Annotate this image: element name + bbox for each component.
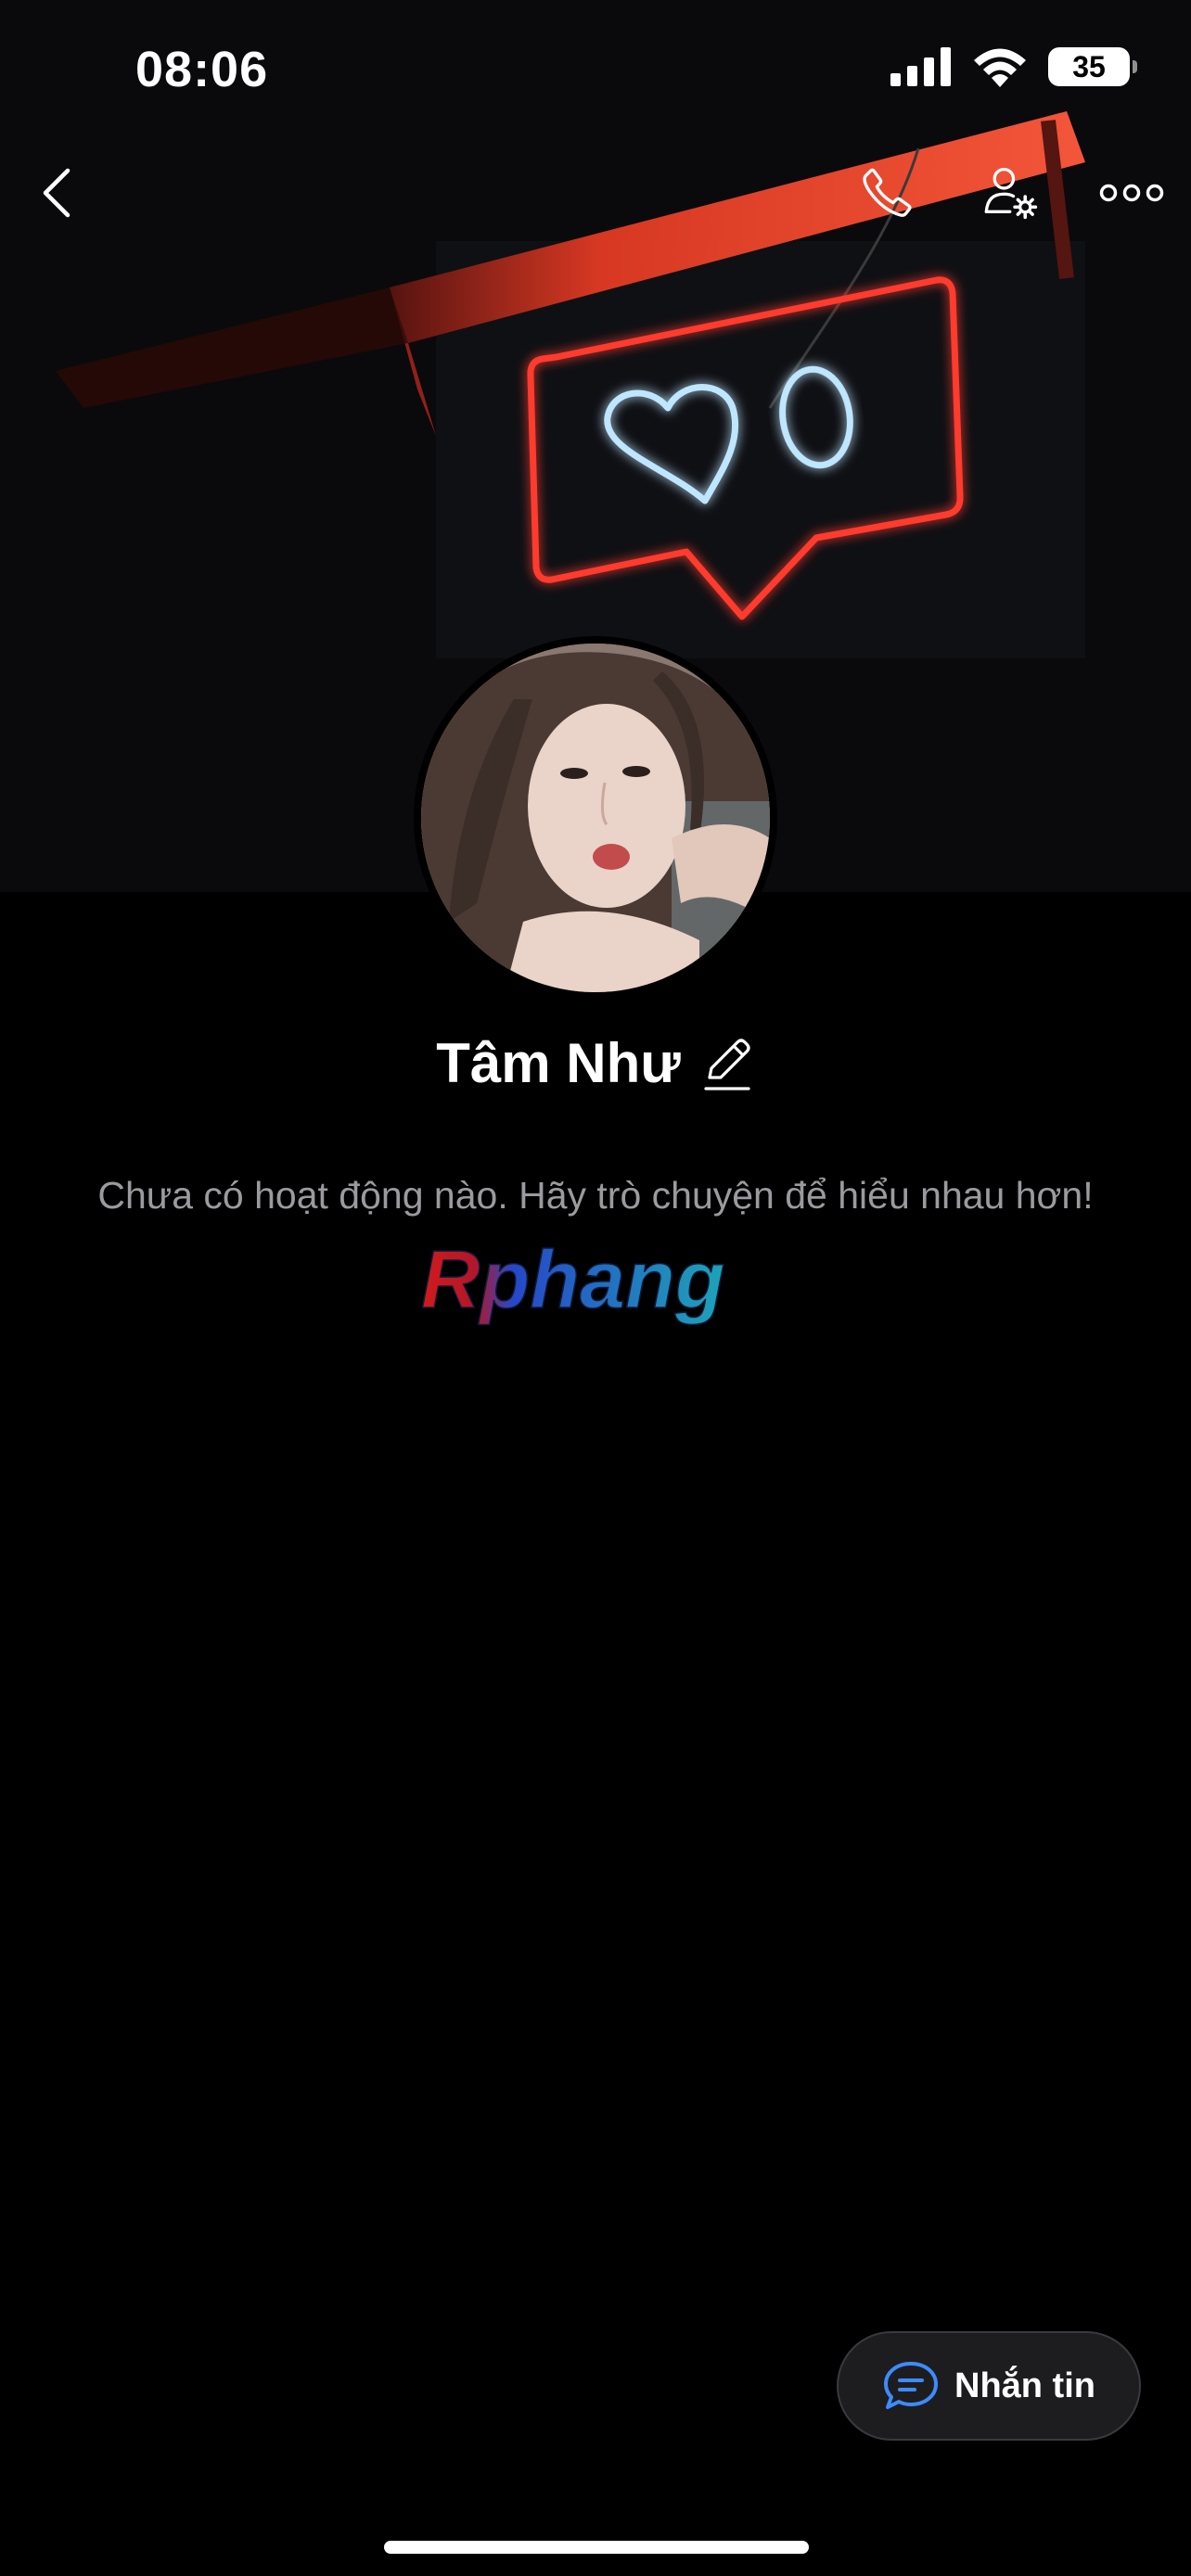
- status-icons: 35: [890, 46, 1137, 87]
- empty-activity-message: Chưa có hoạt động nào. Hãy trò chuyện để…: [97, 1174, 1094, 1217]
- avatar-portrait-image: [421, 644, 770, 992]
- wifi-icon: [974, 48, 1026, 87]
- chat-bubble-icon: [884, 2362, 938, 2409]
- battery-level: 35: [1072, 49, 1106, 83]
- profile-name-row: Tâm Như: [0, 1031, 1191, 1095]
- avatar[interactable]: [414, 636, 777, 1000]
- status-bar: 08:06 35: [0, 0, 1191, 139]
- avatar-photo: [421, 644, 770, 992]
- message-button[interactable]: Nhắn tin: [837, 2331, 1141, 2441]
- more-options-button[interactable]: [1095, 158, 1169, 228]
- call-button[interactable]: [852, 158, 922, 228]
- message-button-label: Nhắn tin: [954, 2366, 1095, 2405]
- edit-name-button[interactable]: [699, 1033, 755, 1094]
- phone-icon: [863, 168, 912, 217]
- cellular-signal-icon: [890, 47, 951, 86]
- more-dots-icon: [1099, 184, 1164, 202]
- chevron-left-icon: [43, 168, 70, 218]
- battery-icon: 35: [1048, 47, 1137, 86]
- back-button[interactable]: [28, 158, 83, 228]
- watermark-text: Rphang: [421, 1235, 725, 1325]
- watermark-logo: Rphang: [420, 1235, 725, 1326]
- user-settings-button[interactable]: [974, 158, 1048, 228]
- profile-name: Tâm Như: [436, 1032, 681, 1094]
- user-settings-icon: [984, 167, 1038, 220]
- home-indicator[interactable]: [384, 2541, 809, 2554]
- pencil-icon: [704, 1038, 750, 1090]
- status-time: 08:06: [135, 42, 269, 97]
